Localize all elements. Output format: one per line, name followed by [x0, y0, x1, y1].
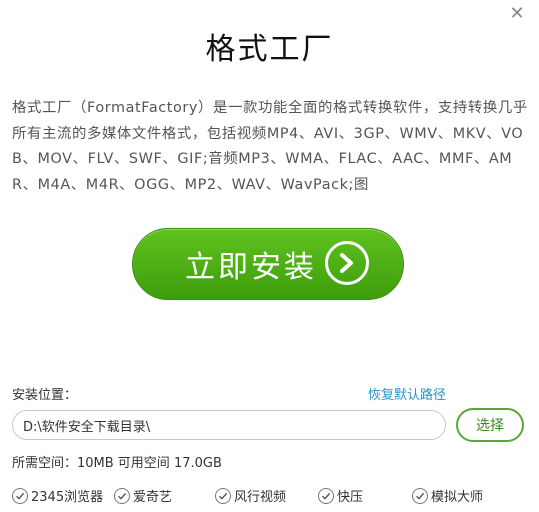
bundled-option-iqiyi[interactable]: 爱奇艺 — [114, 486, 172, 505]
bundled-option-label: 2345浏览器 — [31, 490, 104, 505]
product-description: 格式工厂（FormatFactory）是一款功能全面的格式转换软件，支持转换几乎… — [12, 100, 528, 193]
bundled-option-label: 爱奇艺 — [133, 490, 173, 505]
choose-path-button[interactable]: 选择 — [456, 408, 524, 442]
bundled-option-funshion[interactable]: 风行视频 — [215, 486, 286, 505]
checkmark-circle-icon[interactable] — [318, 487, 334, 504]
install-path-label: 安装位置： — [12, 388, 78, 403]
bundled-option-label: 风行视频 — [234, 490, 287, 505]
checkmark-circle-icon[interactable] — [12, 487, 28, 504]
install-path-input[interactable] — [12, 410, 446, 440]
page-title: 格式工厂 — [205, 32, 334, 67]
arrow-right-circle-icon — [325, 241, 369, 285]
install-button-label: 立即安装 — [185, 250, 317, 285]
disk-space-info: 所需空间：10MB 可用空间 17.0GB — [12, 456, 222, 471]
bundled-option-moni-dashi[interactable]: 模拟大师 — [412, 486, 483, 505]
install-button[interactable]: 立即安装 — [132, 228, 404, 300]
bundled-option-label: 快压 — [337, 490, 364, 505]
bundled-option-label: 模拟大师 — [431, 490, 484, 505]
bundled-option-kuaiya[interactable]: 快压 — [318, 486, 363, 505]
bundled-option-2345-browser[interactable]: 2345浏览器 — [12, 486, 103, 505]
checkmark-circle-icon[interactable] — [412, 487, 428, 504]
checkmark-circle-icon[interactable] — [114, 487, 130, 504]
restore-default-path-link[interactable]: 恢复默认路径 — [368, 384, 446, 403]
bundled-options: 2345浏览器 爱奇艺 风行视频 快压 模拟大师 — [12, 486, 532, 508]
close-icon[interactable]: ✕ — [509, 5, 525, 23]
checkmark-circle-icon[interactable] — [215, 487, 231, 504]
